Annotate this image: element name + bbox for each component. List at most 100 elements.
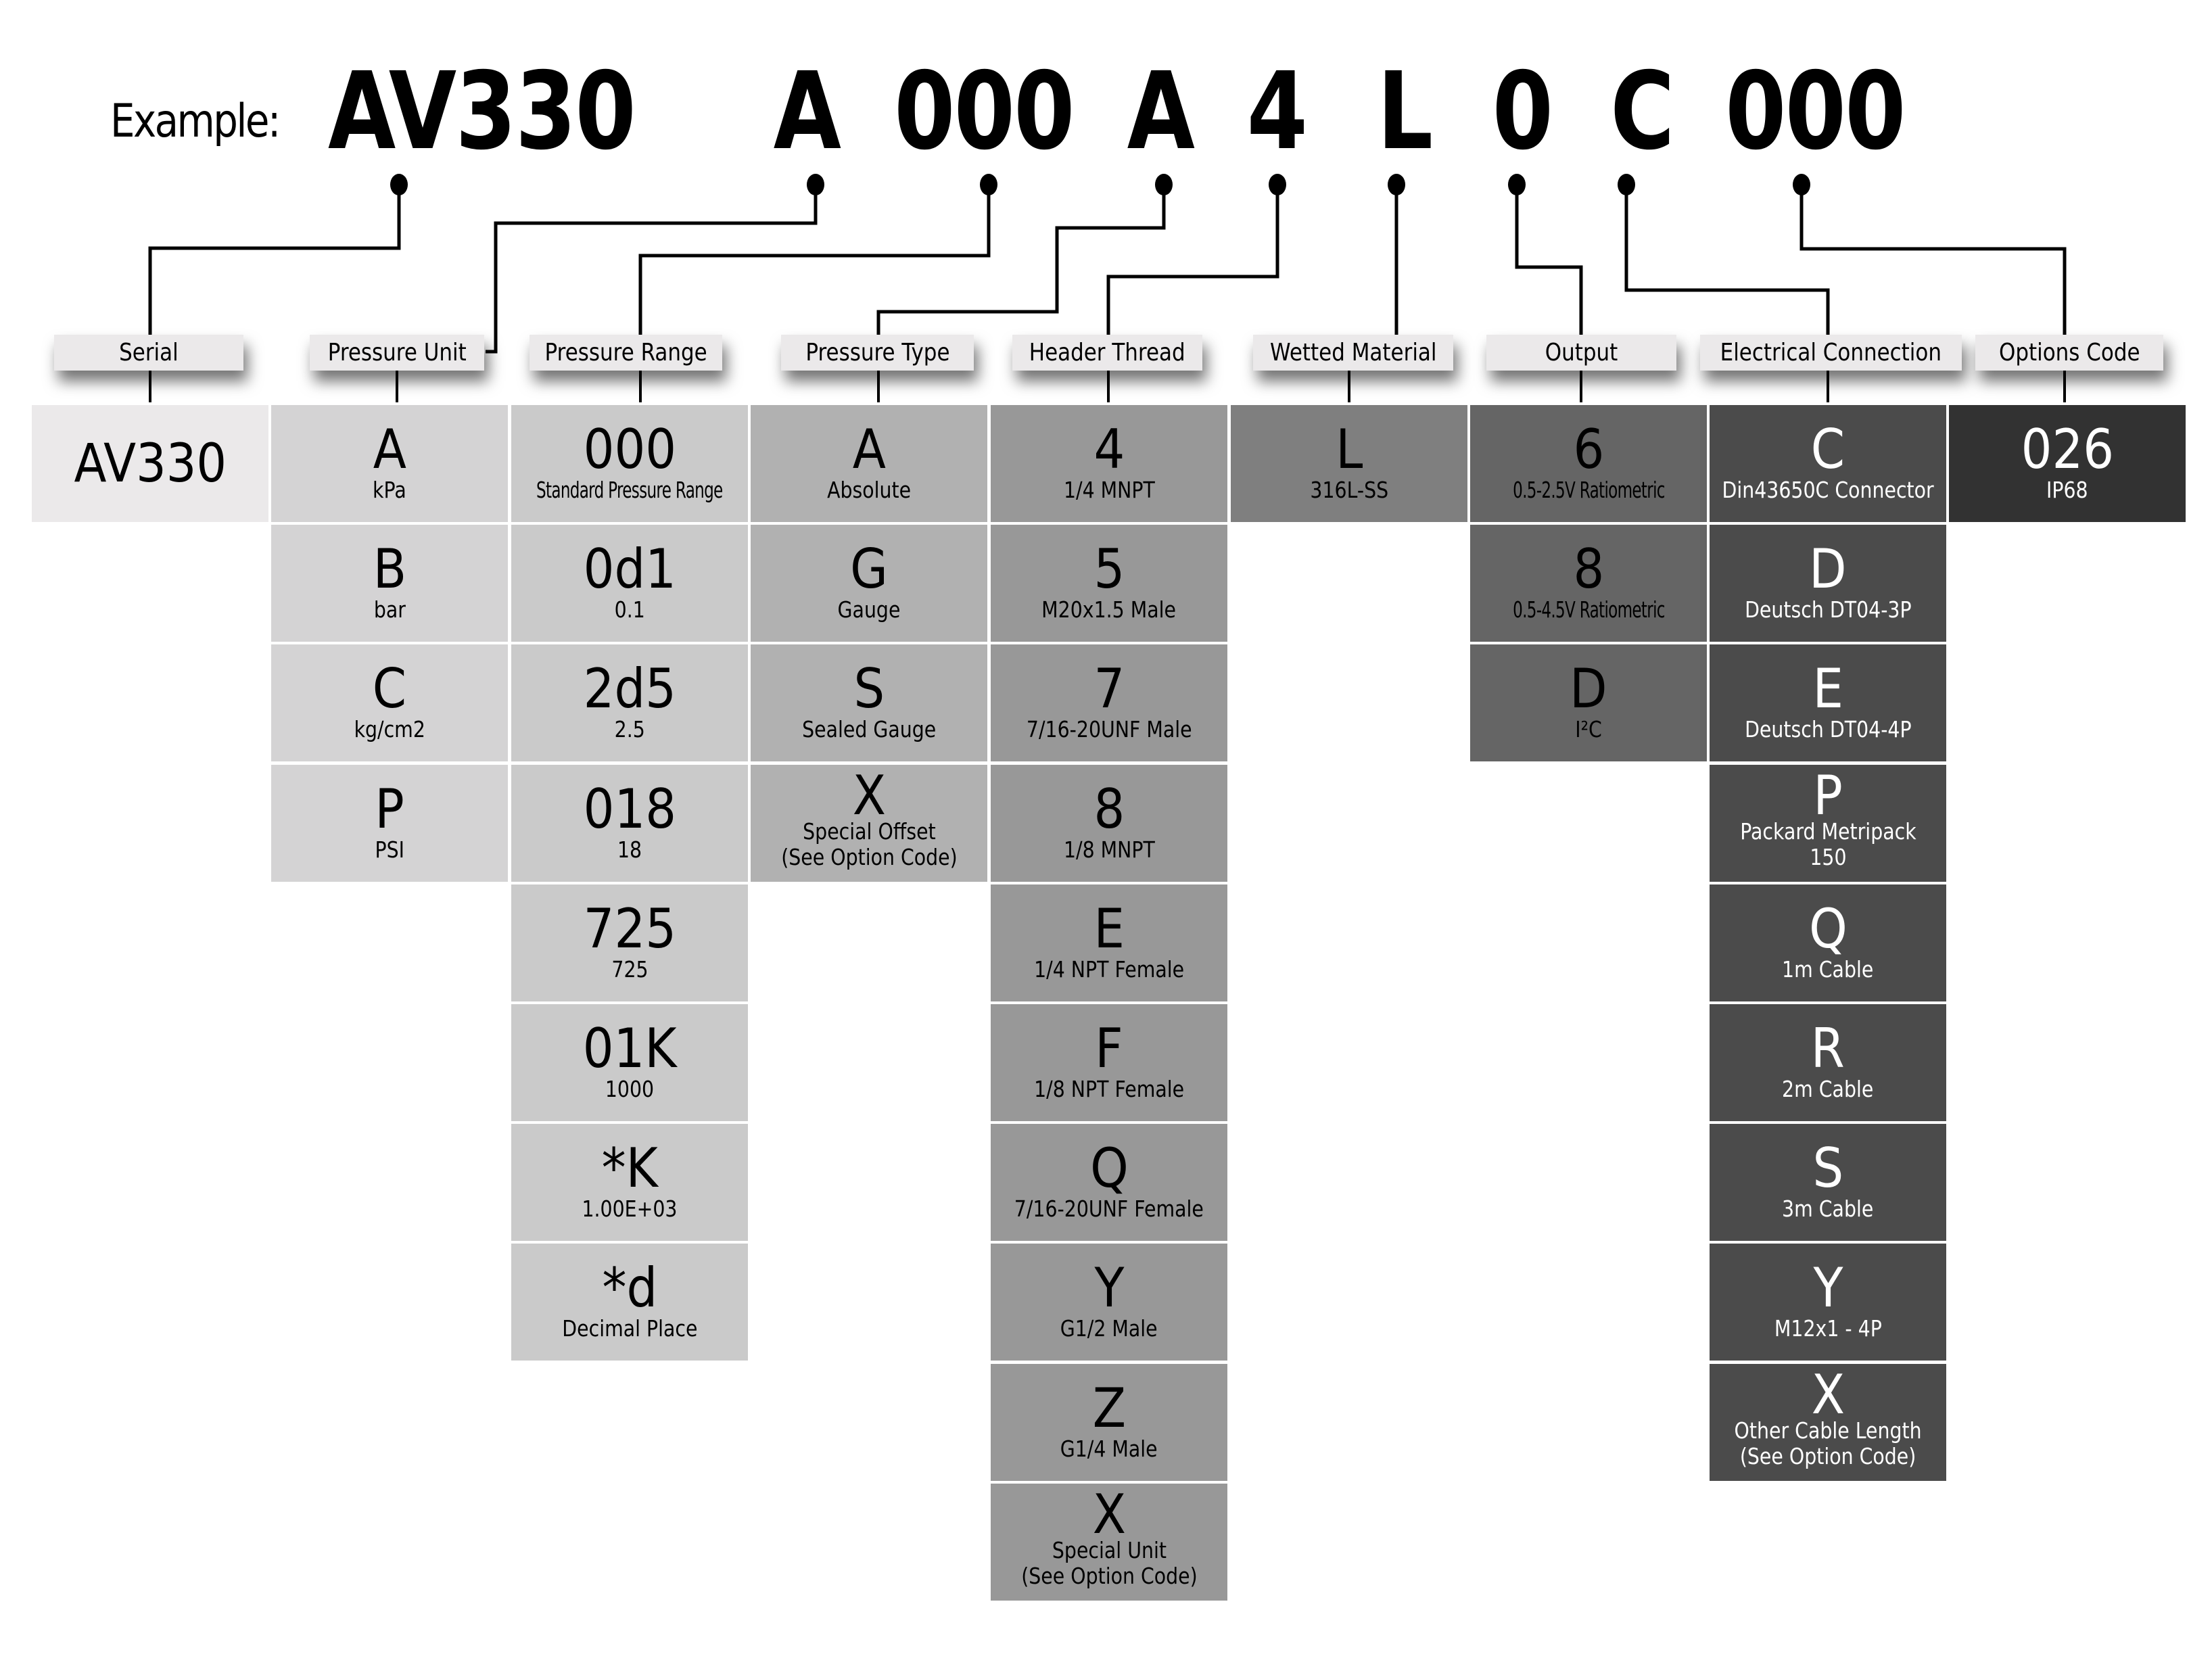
option-code: 8: [1573, 537, 1604, 600]
option-cell: *d Decimal Place: [511, 1244, 748, 1361]
connector-dot: [1269, 174, 1286, 195]
option-code: 000: [583, 417, 676, 481]
option-cell: 4 1/4 MNPT: [991, 405, 1227, 522]
option-description: 0.1: [614, 596, 645, 623]
connector-dot: [390, 174, 408, 195]
option-code: Y: [1094, 1256, 1124, 1319]
option-code: D: [1570, 657, 1607, 720]
column-header-label: Pressure Type: [805, 339, 950, 367]
column-header-header-thread: Header Thread: [1012, 335, 1202, 371]
option-code: S: [853, 657, 885, 720]
option-description: 0.5-4.5V Ratiometric: [1512, 596, 1665, 623]
option-cell: E 1/4 NPT Female: [991, 884, 1227, 1001]
option-description: Decimal Place: [561, 1315, 698, 1342]
column-header-label: Pressure Unit: [327, 339, 467, 367]
option-description: 3m Cable: [1782, 1195, 1874, 1222]
option-cell: AV330: [32, 405, 268, 522]
option-cell: Q 7/16-20UNF Female: [991, 1124, 1227, 1241]
option-code: Q: [1089, 1136, 1129, 1200]
option-description: M12x1 - 4P: [1774, 1315, 1882, 1342]
option-code: G: [850, 537, 888, 600]
option-description: 1000: [605, 1075, 655, 1102]
column-header-pressure-type: Pressure Type: [781, 335, 974, 371]
option-code: D: [1809, 537, 1847, 600]
connector-line: [1515, 185, 1583, 335]
column-header-label: Wetted Material: [1269, 339, 1437, 367]
connector-line: [486, 185, 818, 354]
option-code: 01K: [582, 1016, 677, 1080]
option-cell: 000 Standard Pressure Range: [511, 405, 748, 522]
option-cell: 8 0.5-4.5V Ratiometric: [1470, 525, 1707, 642]
option-code: 026: [2021, 417, 2114, 481]
option-cell: 8 1/8 MNPT: [991, 765, 1227, 882]
option-code: 4: [1093, 417, 1125, 481]
connector-line: [638, 185, 991, 335]
option-description: Deutsch DT04-3P: [1744, 596, 1912, 623]
option-cell: L 316L-SS: [1231, 405, 1467, 522]
option-description: I²C: [1575, 715, 1602, 742]
option-cell: Q 1m Cable: [1710, 884, 1946, 1001]
connector-line: [148, 185, 401, 335]
column-header-wetted-material: Wetted Material: [1253, 335, 1453, 371]
option-cell: 2d5 2.5: [511, 644, 748, 761]
column-header-electrical-connection: Electrical Connection: [1700, 335, 1962, 371]
column-header-label: Serial: [119, 339, 179, 367]
connector-dot: [1793, 174, 1810, 195]
option-description: 725: [611, 955, 649, 983]
option-code: R: [1810, 1016, 1845, 1080]
option-description: Special Offset (See Option Code): [780, 818, 958, 870]
connector-dot: [980, 174, 997, 195]
option-code: P: [1813, 763, 1843, 827]
example-code-part: 000: [1725, 49, 1906, 174]
option-code: P: [375, 777, 404, 841]
example-label: Example:: [110, 95, 281, 148]
option-description: 2.5: [614, 715, 645, 742]
option-code: X: [852, 763, 886, 827]
connector-line: [1106, 185, 1279, 335]
option-cell: C Din43650C Connector: [1710, 405, 1946, 522]
option-description: 1/4 MNPT: [1063, 476, 1155, 503]
option-description: 2m Cable: [1782, 1075, 1874, 1102]
option-description: IP68: [2046, 476, 2088, 503]
option-code: F: [1095, 1016, 1123, 1080]
option-code: 0d1: [583, 537, 676, 600]
option-cell: Y M12x1 - 4P: [1710, 1244, 1946, 1361]
option-code: B: [373, 537, 406, 600]
option-description: G1/2 Male: [1060, 1315, 1158, 1342]
option-description: Gauge: [837, 596, 901, 623]
option-cell: 725 725: [511, 884, 748, 1001]
option-description: 0.5-2.5V Ratiometric: [1512, 476, 1665, 503]
option-description: 1m Cable: [1782, 955, 1874, 983]
option-cell: X Special Unit (See Option Code): [991, 1484, 1227, 1601]
option-code: A: [852, 417, 886, 481]
connector-line: [876, 185, 1166, 335]
option-code: L: [1335, 417, 1363, 481]
option-code: C: [1810, 417, 1845, 481]
column-header-pressure-unit: Pressure Unit: [310, 335, 484, 371]
option-description: 7/16-20UNF Male: [1026, 715, 1192, 742]
option-description: kg/cm2: [354, 715, 425, 742]
option-description: 18: [617, 836, 642, 863]
column-header-label: Electrical Connection: [1720, 339, 1942, 367]
option-cell: 7 7/16-20UNF Male: [991, 644, 1227, 761]
option-code: 7: [1093, 657, 1125, 720]
option-description: Absolute: [826, 476, 912, 503]
option-description: Din43650C Connector: [1722, 476, 1934, 503]
option-cell: Y G1/2 Male: [991, 1244, 1227, 1361]
option-description: Standard Pressure Range: [536, 476, 723, 503]
option-cell: 01K 1000: [511, 1004, 748, 1121]
option-cell: 6 0.5-2.5V Ratiometric: [1470, 405, 1707, 522]
option-cell: A Absolute: [751, 405, 987, 522]
option-cell: *K 1.00E+03: [511, 1124, 748, 1241]
option-description: kPa: [373, 476, 406, 503]
connector-dot: [1155, 174, 1173, 195]
option-cell: X Other Cable Length (See Option Code): [1710, 1364, 1946, 1481]
option-code: Z: [1092, 1376, 1126, 1440]
column-header-pressure-range: Pressure Range: [530, 335, 722, 371]
option-cell: X Special Offset (See Option Code): [751, 765, 987, 882]
option-code: AV330: [74, 433, 227, 494]
option-cell: Bbar: [271, 525, 508, 642]
option-cell: S 3m Cable: [1710, 1124, 1946, 1241]
option-code: E: [1812, 657, 1843, 720]
option-description: PSI: [375, 836, 404, 863]
